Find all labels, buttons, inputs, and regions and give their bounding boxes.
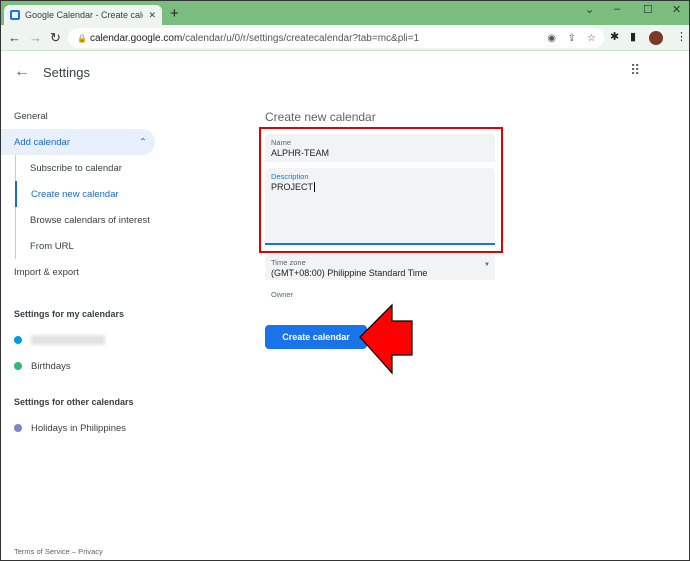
my-calendars-heading: Settings for my calendars — [14, 309, 125, 319]
sidepanel-icon[interactable]: ▮ — [630, 30, 636, 43]
back-icon[interactable]: ← — [8, 30, 21, 45]
label: General — [14, 110, 48, 122]
close-window-button[interactable]: ✕ — [672, 3, 681, 16]
sidebar-item-browse[interactable]: Browse calendars of interest — [15, 207, 250, 233]
url-host: calendar.google.com — [90, 32, 183, 44]
browser-tab[interactable]: Google Calendar - Create calendar ✕ — [4, 5, 162, 25]
star-icon[interactable]: ☆ — [587, 33, 596, 44]
sidebar-item-import-export[interactable]: Import & export — [0, 259, 250, 285]
sidebar-item-subscribe[interactable]: Subscribe to calendar — [15, 155, 250, 181]
timezone-label: Time zone — [271, 258, 306, 267]
red-arrow-annotation-icon — [359, 303, 413, 375]
owner-label: Owner — [271, 290, 294, 299]
calendar-color-dot — [14, 336, 22, 344]
sidebar: General Add calendar ⌃ Subscribe to calen… — [0, 103, 250, 441]
lock-icon: 🔒 — [77, 33, 87, 43]
browser-tab-bar: Google Calendar - Create calendar ✕ + ⌄ … — [0, 0, 690, 25]
calendar-item[interactable] — [0, 327, 250, 353]
page-title: Settings — [43, 65, 90, 80]
label: Add calendar — [14, 136, 70, 148]
footer-links[interactable]: Terms of Service – Privacy — [14, 547, 103, 556]
sidebar-item-add-calendar[interactable]: Add calendar ⌃ — [0, 129, 155, 155]
maximize-button[interactable]: ☐ — [643, 3, 653, 16]
browser-toolbar: ← → ↻ 🔒 calendar.google.com/calendar/u/0… — [0, 25, 690, 51]
calendar-color-dot — [14, 424, 22, 432]
tab-title: Google Calendar - Create calendar — [25, 10, 143, 20]
form-title: Create new calendar — [265, 110, 376, 124]
calendar-favicon-icon — [10, 10, 20, 20]
label: Holidays in Philippines — [31, 422, 127, 434]
reload-icon[interactable]: ↻ — [50, 30, 61, 46]
extensions-icon[interactable]: ✱ — [610, 30, 619, 43]
blurred-calendar-name — [31, 335, 105, 345]
minimize-button[interactable]: – — [614, 3, 620, 15]
app-header: ← Settings ⠿ — [0, 52, 690, 94]
share-icon[interactable]: ⇪ — [568, 33, 576, 44]
chevron-up-icon: ⌃ — [139, 136, 147, 148]
sidebar-item-from-url[interactable]: From URL — [15, 233, 250, 259]
label: Browse calendars of interest — [30, 214, 150, 226]
close-tab-icon[interactable]: ✕ — [148, 10, 156, 21]
calendar-color-dot — [14, 362, 22, 370]
label: From URL — [30, 240, 74, 252]
calendar-item-holidays[interactable]: Holidays in Philippines — [0, 415, 250, 441]
tab-search-icon[interactable]: ⌄ — [585, 3, 594, 16]
eye-icon[interactable]: ◉ — [547, 33, 556, 44]
dropdown-arrow-icon: ▼ — [484, 262, 490, 268]
label: Create new calendar — [31, 188, 119, 200]
apps-grid-icon[interactable]: ⠿ — [630, 62, 640, 79]
timezone-select[interactable]: Time zone (GMT+08:00) Philippine Standar… — [265, 254, 495, 280]
label: Birthdays — [31, 360, 71, 372]
profile-avatar[interactable] — [649, 31, 663, 45]
label: Import & export — [14, 266, 79, 278]
address-bar[interactable]: 🔒 calendar.google.com/calendar/u/0/r/set… — [68, 28, 604, 48]
menu-icon[interactable]: ⋮ — [676, 30, 687, 43]
other-calendars-heading: Settings for other calendars — [14, 397, 134, 407]
back-arrow-icon[interactable]: ← — [14, 63, 30, 81]
create-calendar-button[interactable]: Create calendar — [265, 325, 367, 349]
sidebar-item-general[interactable]: General — [0, 103, 250, 129]
highlight-box — [259, 127, 503, 253]
timezone-value: (GMT+08:00) Philippine Standard Time — [271, 268, 428, 278]
label: Subscribe to calendar — [30, 162, 122, 174]
new-tab-button[interactable]: + — [170, 5, 179, 22]
sidebar-item-create-new[interactable]: Create new calendar — [15, 181, 250, 207]
calendar-item-birthdays[interactable]: Birthdays — [0, 353, 250, 379]
url-path: /calendar/u/0/r/settings/createcalendar?… — [182, 32, 420, 44]
forward-icon[interactable]: → — [29, 30, 42, 45]
